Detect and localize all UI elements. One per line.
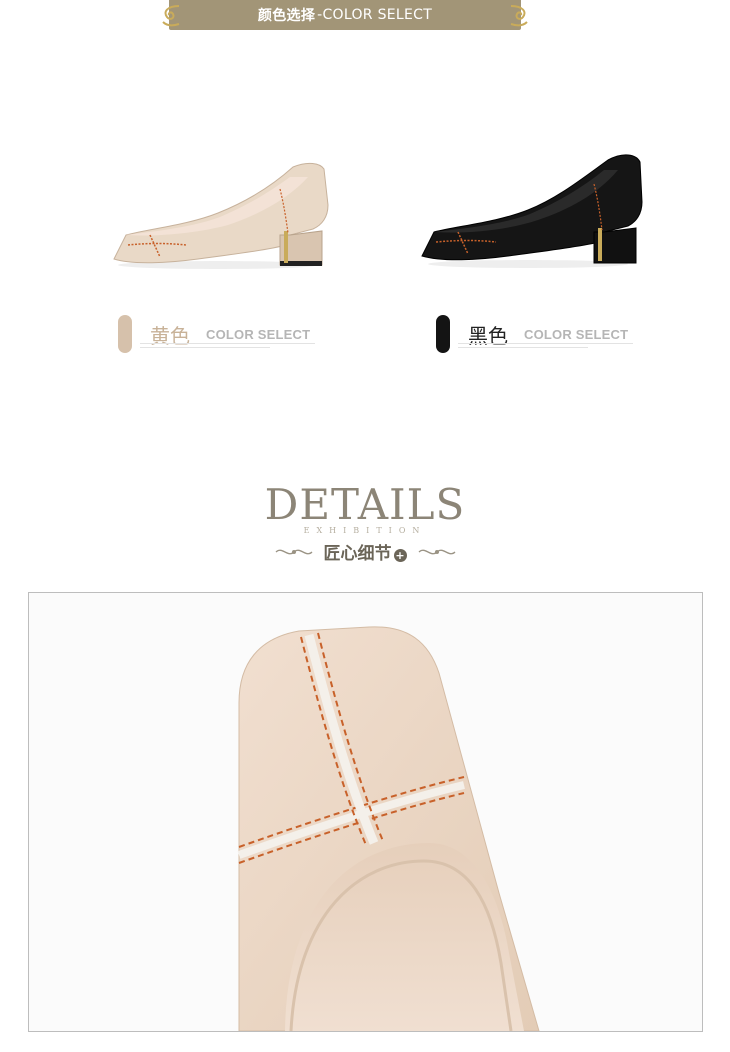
plus-icon: +	[393, 549, 407, 562]
color-select-label: COLOR SELECT	[206, 326, 311, 342]
shoe-toe-closeup	[237, 626, 540, 1031]
black-shoe-image	[421, 154, 643, 268]
color-name: 黑色	[468, 323, 508, 348]
detail-closeup-image	[28, 592, 703, 1032]
color-select-label: COLOR SELECT	[524, 326, 629, 342]
craft-detail-label: 匠心细节 +	[323, 544, 407, 564]
color-swatch	[436, 315, 450, 353]
ornament-icon	[162, 5, 180, 27]
divider	[140, 343, 315, 344]
details-heading: DETAILS	[264, 480, 466, 529]
color-select-banner: 颜色选择 -COLOR SELECT	[162, 0, 528, 30]
craft-detail-label-row: 匠心细节 +	[0, 539, 730, 564]
flourish-icon	[418, 549, 455, 554]
details-subheading: EXHIBITION	[303, 526, 427, 535]
banner-title-zh: 颜色选择	[257, 8, 316, 24]
color-swatch	[118, 315, 132, 353]
beige-shoe-image	[113, 162, 329, 269]
flourish-icon	[275, 549, 312, 554]
color-name: 黄色	[150, 323, 190, 348]
banner-title-en: -COLOR SELECT	[317, 7, 433, 23]
divider	[458, 347, 588, 348]
divider	[140, 347, 270, 348]
ornament-icon	[510, 5, 528, 27]
divider	[458, 343, 633, 344]
